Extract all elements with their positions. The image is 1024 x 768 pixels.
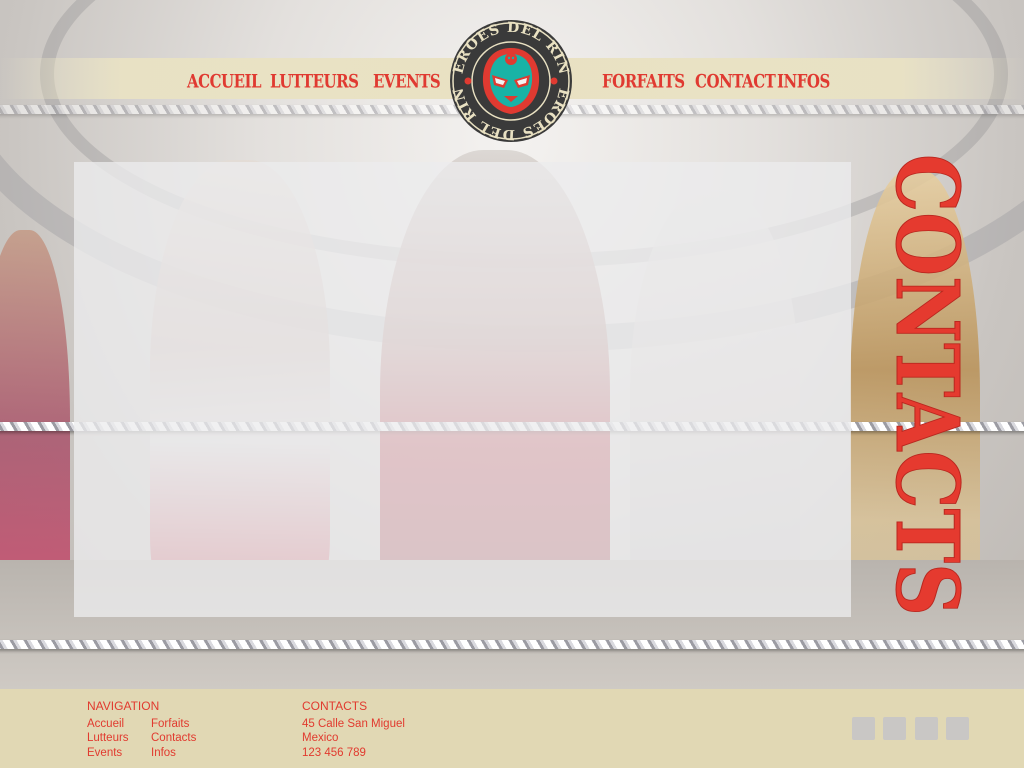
social-icon-1[interactable] [852, 717, 875, 740]
footer-address: 45 Calle San Miguel [302, 718, 405, 730]
footer-link-infos[interactable]: Infos [151, 747, 176, 759]
nav-link-contact[interactable]: CONTACT [695, 70, 776, 93]
nav-link-forfaits[interactable]: FORFAITS [602, 70, 685, 93]
social-icon-3[interactable] [915, 717, 938, 740]
footer-phone: 123 456 789 [302, 747, 366, 759]
nav-link-accueil[interactable]: ACCUEIL [187, 70, 262, 93]
nav-link-events[interactable]: EVENTS [373, 70, 441, 93]
nav-link-infos[interactable]: INFOS [777, 70, 830, 93]
social-icon-2[interactable] [883, 717, 906, 740]
social-icon-4[interactable] [946, 717, 969, 740]
svg-text:CONTACTS: CONTACTS [876, 154, 977, 616]
footer-link-forfaits[interactable]: Forfaits [151, 718, 189, 730]
footer-link-events[interactable]: Events [87, 747, 122, 759]
content-panel [74, 162, 851, 617]
footer-link-lutteurs[interactable]: Lutteurs [87, 732, 129, 744]
page-title: CONTACTS [876, 154, 978, 617]
footer-navigation-heading: NAVIGATION [87, 699, 160, 713]
nav-link-lutteurs[interactable]: LUTTEURS [270, 70, 359, 93]
footer-contacts-heading: CONTACTS [302, 699, 368, 713]
footer-country: Mexico [302, 732, 339, 744]
heroes-del-ring-logo[interactable]: HEROES DEL RING HEROES DEL RING [448, 18, 574, 144]
footer-link-contacts[interactable]: Contacts [151, 732, 196, 744]
footer-link-accueil[interactable]: Accueil [87, 718, 124, 730]
